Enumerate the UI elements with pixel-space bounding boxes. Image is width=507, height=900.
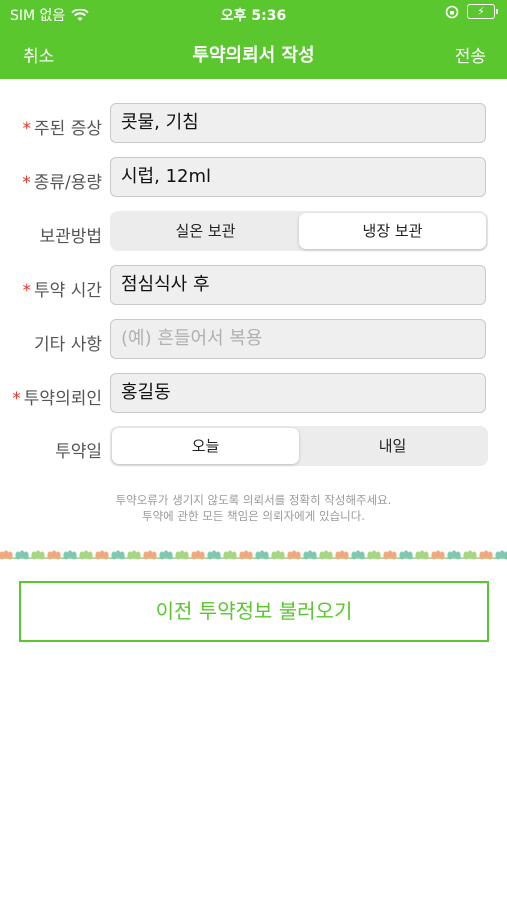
dose-day-row: 투약일 오늘 내일 [0, 426, 507, 468]
battery-charging-icon: ⚡ [467, 4, 498, 19]
storage-option-room-temp[interactable]: 실온 보관 [112, 213, 299, 249]
send-button[interactable]: 전송 [455, 42, 486, 67]
decorative-divider [0, 550, 507, 560]
dose-time-label: 투약 시간 [34, 281, 102, 301]
required-mark: * [22, 173, 31, 193]
required-mark: * [22, 281, 32, 301]
load-previous-button[interactable]: 이전 투약정보 불러오기 [19, 581, 489, 642]
requester-field[interactable]: 홍길동 [110, 373, 486, 413]
symptom-field[interactable]: 콧물, 기침 [110, 103, 486, 143]
etc-row: 기타 사항 (예) 흔들어서 복용 [0, 319, 507, 361]
dose-day-option-today[interactable]: 오늘 [112, 428, 299, 464]
notice-text: 투약오류가 생기지 않도록 의뢰서를 정확히 작성해주세요. 투약에 관한 모든… [115, 493, 392, 523]
required-mark: * [22, 119, 32, 139]
storage-option-refrigerated[interactable]: 냉장 보관 [299, 213, 486, 249]
etc-field[interactable]: (예) 흔들어서 복용 [110, 319, 486, 359]
dose-day-option-tomorrow[interactable]: 내일 [299, 428, 486, 464]
status-bar: SIM 없음 오후 5:36 ⚡ [0, 0, 507, 28]
type-dose-label: 종류/용량 [33, 173, 102, 193]
clock: 오후 5:36 [220, 8, 287, 24]
etc-label: 기타 사항 [34, 335, 102, 355]
required-mark: * [12, 389, 21, 409]
symptom-label: 주된 증상 [34, 119, 102, 139]
page-title: 투약의뢰서 작성 [192, 45, 315, 66]
type-dose-row: * 종류/용량 시럽, 12ml [0, 157, 507, 199]
storage-label: 보관방법 [39, 227, 102, 247]
storage-segmented-control: 실온 보관 냉장 보관 [110, 211, 488, 251]
type-dose-field[interactable]: 시럽, 12ml [110, 157, 486, 197]
requester-row: * 투약의뢰인 홍길동 [0, 373, 507, 415]
orientation-lock-icon [445, 5, 459, 18]
symptom-row: * 주된 증상 콧물, 기침 [0, 103, 507, 145]
dose-day-segmented-control: 오늘 내일 [110, 426, 488, 466]
dose-time-row: * 투약 시간 점심식사 후 [0, 265, 507, 307]
dose-time-field[interactable]: 점심식사 후 [110, 265, 486, 305]
requester-label: 투약의뢰인 [23, 389, 102, 409]
top-bar: SIM 없음 오후 5:36 ⚡ 취소 투약의뢰서 작성 전송 [0, 0, 507, 79]
dose-day-label: 투약일 [55, 442, 102, 462]
storage-row: 보관방법 실온 보관 냉장 보관 [0, 211, 507, 253]
